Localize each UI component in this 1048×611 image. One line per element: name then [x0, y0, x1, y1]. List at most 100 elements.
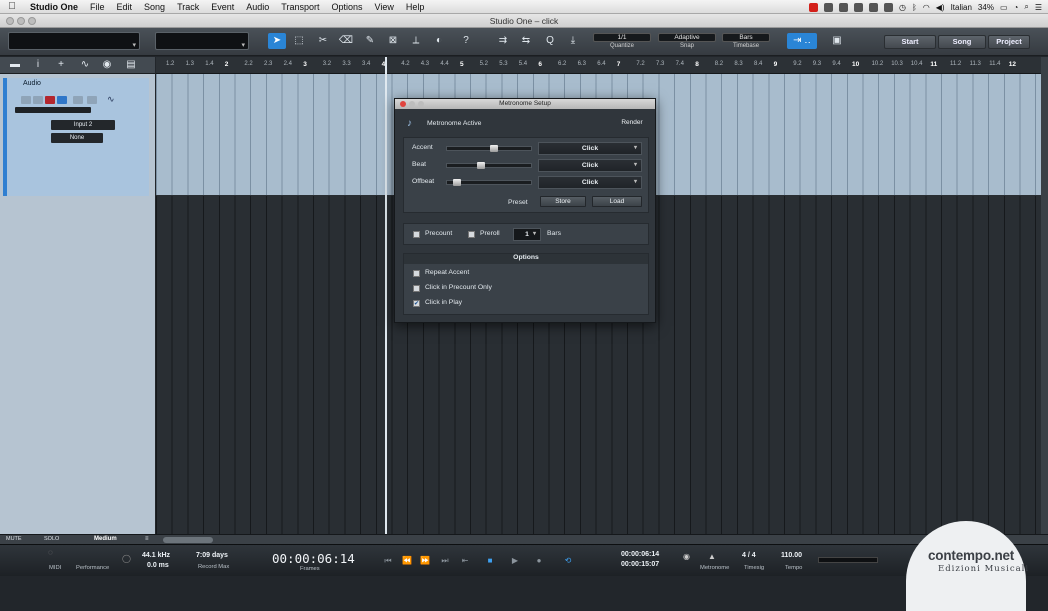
slider-knob[interactable]	[476, 162, 485, 169]
play-icon[interactable]: ▶	[508, 555, 522, 566]
record-arm-button[interactable]	[45, 96, 55, 104]
timeline-ruler[interactable]: 1.2 1.3 1.4 2 2.2 2.3 2.4 3 3.2 3.3 3.4 4 4.2 4.3 4.4 5…	[156, 57, 1041, 74]
eraser-tool-icon[interactable]: ⌫	[337, 33, 355, 49]
menu-help[interactable]: Help	[400, 2, 431, 12]
repeat-accent-label[interactable]: Repeat Accent	[425, 269, 469, 276]
mute-label[interactable]: MUTE	[6, 536, 22, 542]
dialog-zoom-button[interactable]	[418, 101, 424, 107]
preroll-label[interactable]: Preroll	[480, 230, 500, 237]
paint-tool-icon[interactable]: ✎	[361, 33, 379, 49]
click-in-precount-checkbox[interactable]	[413, 285, 420, 292]
track-button[interactable]	[33, 96, 43, 104]
project-button[interactable]: Project	[988, 35, 1030, 49]
track-list-icon[interactable]: ▬	[8, 59, 22, 71]
slider-knob[interactable]	[453, 179, 462, 186]
beat-sound-select[interactable]: Click	[538, 159, 642, 172]
precount-checkbox[interactable]	[413, 231, 420, 238]
spotlight-search-icon[interactable]: ⌕	[1024, 2, 1028, 12]
listen-tool-icon[interactable]: ◐	[430, 33, 448, 49]
menu-view[interactable]: View	[369, 2, 400, 12]
slider-knob[interactable]	[489, 145, 498, 152]
menu-song[interactable]: Song	[138, 2, 171, 12]
save-icon[interactable]: ▣	[828, 33, 846, 49]
tray-icon[interactable]	[853, 2, 863, 12]
inspector-icon[interactable]: i	[31, 59, 45, 71]
menu-file[interactable]: File	[84, 2, 111, 12]
offbeat-sound-select[interactable]: Click	[538, 176, 642, 189]
metronome-active-label[interactable]: Metronome Active	[427, 120, 481, 127]
arrow-tool-icon[interactable]: ➤	[268, 33, 286, 49]
layout-icon[interactable]: ▤	[124, 59, 138, 71]
tray-icon[interactable]	[838, 2, 848, 12]
timecode-icon[interactable]: ◉	[100, 59, 114, 71]
record-tray-icon[interactable]	[808, 2, 818, 12]
quantize-icon[interactable]: Q	[541, 33, 559, 49]
loop-end[interactable]: 00:00:15:07	[621, 561, 659, 568]
battery-icon[interactable]: ▭	[1000, 3, 1008, 12]
forward-icon[interactable]: ⏩	[418, 555, 432, 566]
battery-label[interactable]: 34%	[978, 3, 994, 12]
menu-transport[interactable]: Transport	[275, 2, 325, 12]
notification-list-icon[interactable]: ☰	[1035, 3, 1042, 12]
loop-icon[interactable]: ⟲	[558, 555, 578, 566]
help-icon[interactable]: ?	[457, 33, 475, 49]
menu-track[interactable]: Track	[171, 2, 205, 12]
click-in-play-checkbox[interactable]: ✔	[413, 300, 420, 307]
menu-audio[interactable]: Audio	[240, 2, 275, 12]
input-select[interactable]: Input 2	[51, 120, 115, 130]
track-name[interactable]: Audio	[23, 80, 41, 87]
precount-label[interactable]: Precount	[425, 230, 452, 237]
follow-icon[interactable]: ⇆	[517, 33, 535, 49]
go-to-end-icon[interactable]: ⏭	[438, 555, 452, 566]
split-tool-icon[interactable]: ✂	[314, 33, 332, 49]
timebase-value[interactable]: Bars	[722, 33, 770, 42]
click-in-play-label[interactable]: Click in Play	[425, 299, 462, 306]
load-button[interactable]: Load	[592, 196, 642, 207]
automation-icon[interactable]: ∿	[78, 59, 92, 71]
store-button[interactable]: Store	[540, 196, 586, 207]
tray-icon[interactable]	[823, 2, 833, 12]
bend-tool-icon[interactable]: ⟂	[407, 33, 425, 49]
scroll-thumb[interactable]	[163, 537, 213, 543]
time-display[interactable]: 00:00:06:14	[272, 551, 355, 566]
click-in-precount-label[interactable]: Click in Precount Only	[425, 284, 492, 291]
track-button[interactable]	[73, 96, 83, 104]
dialog-minimize-button[interactable]	[409, 101, 415, 107]
time-machine-icon[interactable]: ◷	[899, 3, 906, 12]
quantize-value[interactable]: 1/1	[593, 33, 651, 42]
bounce-icon[interactable]: ⤓	[564, 33, 582, 49]
render-button[interactable]: Render	[613, 118, 651, 129]
wifi-icon[interactable]: ◠	[923, 3, 930, 12]
dialog-close-button[interactable]	[400, 101, 406, 107]
monitor-button[interactable]	[57, 96, 67, 104]
menu-event[interactable]: Event	[205, 2, 240, 12]
stop-icon[interactable]: ■	[483, 555, 497, 566]
clock-icon[interactable]: ◔	[1014, 3, 1019, 12]
tray-icon[interactable]	[868, 2, 878, 12]
solo-label[interactable]: SOLO	[44, 536, 59, 542]
tray-icon[interactable]	[883, 2, 893, 12]
bluetooth-icon[interactable]: ᛒ	[912, 3, 917, 12]
playhead-cursor[interactable]	[385, 57, 387, 534]
beat-slider[interactable]	[446, 162, 532, 169]
toolbar-dropdown-left[interactable]	[8, 32, 140, 50]
bars-input[interactable]: 1	[513, 228, 541, 241]
add-track-icon[interactable]: +	[54, 59, 68, 71]
mute-tool-icon[interactable]: ⊠	[384, 33, 402, 49]
accent-sound-select[interactable]: Click	[538, 142, 642, 155]
output-select[interactable]: None	[51, 133, 103, 143]
apple-icon[interactable]: 	[0, 1, 24, 12]
track-button[interactable]	[21, 96, 31, 104]
rewind-icon[interactable]: ⏪	[400, 555, 414, 566]
menu-edit[interactable]: Edit	[111, 2, 139, 12]
track-button[interactable]	[87, 96, 97, 104]
offbeat-slider[interactable]	[446, 179, 532, 186]
menu-options[interactable]: Options	[325, 2, 368, 12]
arrange-follow-icon[interactable]: ⇥ ‥	[787, 33, 817, 49]
autoscroll-icon[interactable]: ⇉	[494, 33, 512, 49]
preroll-checkbox[interactable]	[468, 231, 475, 238]
list-view-icon[interactable]: ≡	[145, 536, 149, 542]
repeat-accent-checkbox[interactable]	[413, 270, 420, 277]
record-icon[interactable]: ●	[532, 555, 546, 566]
precount-icon[interactable]: ◉	[683, 552, 690, 561]
